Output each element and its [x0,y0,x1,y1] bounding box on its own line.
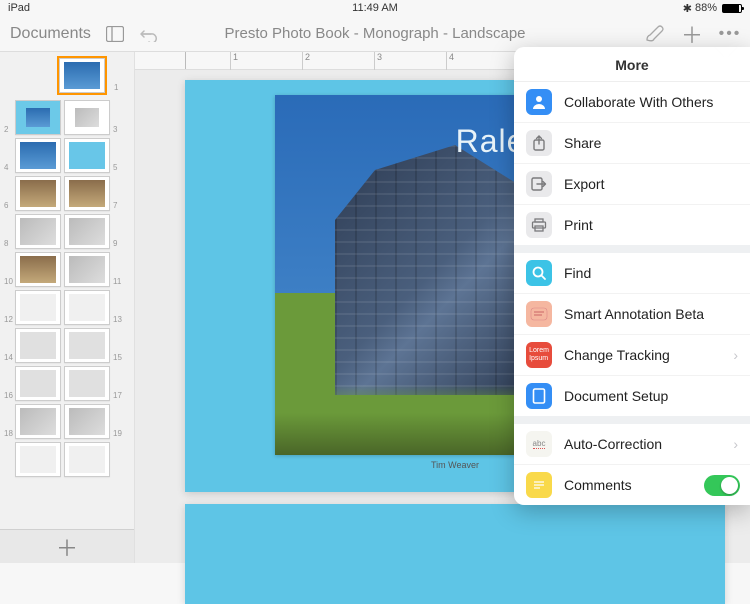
smart-annotation-icon [526,301,552,327]
document-title: Presto Photo Book - Monograph - Landscap… [170,25,580,42]
menu-item-find[interactable]: Find [514,253,750,293]
page-thumbnail[interactable] [64,176,110,211]
add-icon[interactable]: ＋ [682,24,702,44]
page-thumbnail-1[interactable] [59,58,105,93]
menu-item-comments[interactable]: Comments [514,464,750,505]
menu-item-smart-annotation[interactable]: Smart Annotation Beta [514,293,750,334]
page-thumbnail[interactable] [15,366,61,401]
brush-icon[interactable] [644,24,664,44]
bluetooth-icon: ✱ [683,2,692,15]
menu-item-export[interactable]: Export [514,163,750,204]
share-icon [526,130,552,156]
page-thumbnail[interactable] [15,100,61,135]
document-setup-icon [526,383,552,409]
menu-item-collaborate[interactable]: Collaborate With Others [514,82,750,122]
menu-item-document-setup[interactable]: Document Setup [514,375,750,416]
comments-toggle[interactable] [704,475,740,496]
menu-label: Share [564,135,601,151]
change-tracking-icon: LoremIpsum [526,342,552,368]
status-right: ✱ 88% [642,2,742,15]
page-thumbnail[interactable] [64,328,110,363]
comments-icon [526,472,552,498]
page-thumbnail[interactable] [15,252,61,287]
menu-item-change-tracking[interactable]: LoremIpsum Change Tracking › [514,334,750,375]
menu-label: Change Tracking [564,347,670,363]
page-thumbnail[interactable] [64,290,110,325]
chevron-right-icon: › [733,436,738,452]
menu-label: Document Setup [564,388,668,404]
page-number: 1 [114,83,122,94]
document-page-2[interactable] [185,504,725,604]
more-icon[interactable]: ••• [720,24,740,44]
menu-label: Smart Annotation Beta [564,306,704,322]
panels-icon[interactable] [105,24,125,44]
menu-item-share[interactable]: Share [514,122,750,163]
status-bar: iPad 11:49 AM ✱ 88% [0,0,750,16]
undo-icon[interactable] [139,24,159,44]
documents-back-button[interactable]: Documents [10,25,91,43]
page-thumbnail[interactable] [64,442,110,477]
page-thumbnail[interactable] [64,100,110,135]
menu-item-auto-correction[interactable]: abc Auto-Correction › [514,424,750,464]
menu-label: Comments [564,477,632,493]
page-thumbnail[interactable] [15,328,61,363]
more-popover: More Collaborate With Others Share Expor… [514,47,750,505]
battery-percent: 88% [695,2,717,14]
page-thumbnail[interactable] [64,366,110,401]
page-thumbnails-sidebar[interactable]: 1 2 3 4 5 6 7 8 9 10 [0,52,135,563]
menu-label: Find [564,265,591,281]
menu-label: Auto-Correction [564,436,662,452]
page-thumbnail[interactable] [15,138,61,173]
find-icon [526,260,552,286]
print-icon [526,212,552,238]
page-thumbnail[interactable] [15,442,61,477]
add-page-button[interactable]: ＋ [0,529,134,563]
page-thumbnail[interactable] [15,290,61,325]
page-thumbnail[interactable] [64,404,110,439]
page-thumbnail[interactable] [64,252,110,287]
menu-item-print[interactable]: Print [514,204,750,245]
menu-label: Export [564,176,604,192]
page-thumbnail[interactable] [15,404,61,439]
page-thumbnail[interactable] [15,176,61,211]
page-thumbnail[interactable] [64,138,110,173]
status-time: 11:49 AM [108,2,642,14]
status-device: iPad [8,2,108,14]
chevron-right-icon: › [733,347,738,363]
menu-label: Collaborate With Others [564,94,713,110]
collaborate-icon [526,89,552,115]
page-thumbnail[interactable] [64,214,110,249]
popover-title: More [514,47,750,81]
menu-label: Print [564,217,593,233]
auto-correction-icon: abc [526,431,552,457]
page-thumbnail[interactable] [15,214,61,249]
battery-icon [722,4,742,13]
export-icon [526,171,552,197]
